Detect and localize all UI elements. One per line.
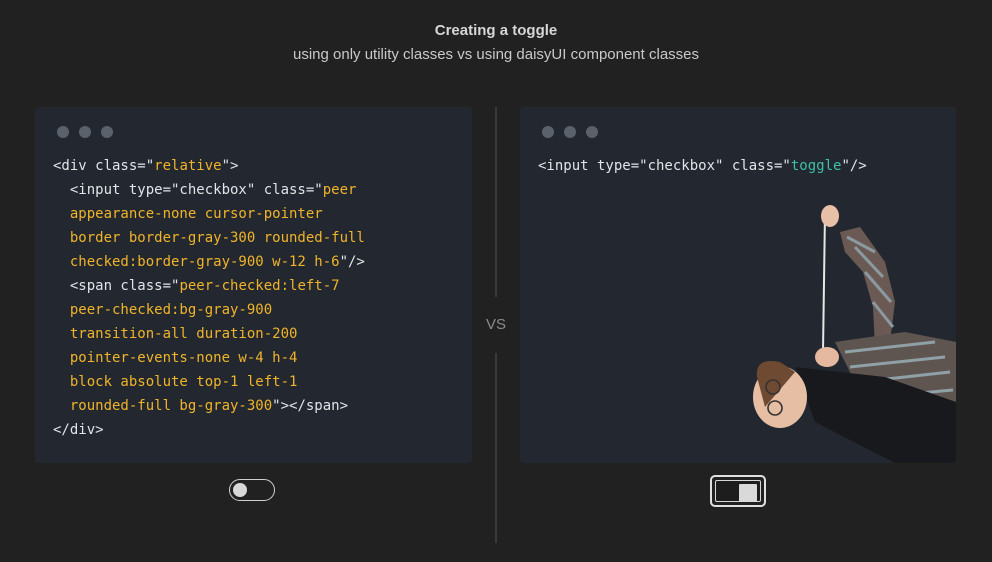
- code-class-value: appearance-none cursor-pointer: [53, 206, 323, 222]
- daisyui-toggle-switch[interactable]: [710, 475, 766, 507]
- daisyui-code-line: <input type="checkbox" class="toggle"/>: [538, 158, 867, 174]
- window-controls: [542, 126, 598, 138]
- utility-code-block: <div class="relative"> <input type="chec…: [53, 154, 365, 442]
- utility-code-line: border border-gray-300 rounded-full: [53, 230, 365, 246]
- code-class-value: rounded-full bg-gray-300: [53, 398, 273, 414]
- window-dot-icon: [586, 126, 598, 138]
- code-class-value: block absolute top-1 left-1: [53, 374, 298, 390]
- toggle-knob: [739, 484, 757, 502]
- code-markup: <span class=": [53, 278, 180, 294]
- code-class-value: border border-gray-300 rounded-full: [53, 230, 365, 246]
- utility-code-line: <span class="peer-checked:left-7: [53, 278, 340, 294]
- code-class-value: toggle: [790, 158, 842, 174]
- code-class-value: checked:border-gray-900 w-12 h-6: [53, 254, 340, 270]
- code-class-value: peer: [322, 182, 357, 198]
- divider-line-bottom: [495, 353, 497, 543]
- utility-code-line: transition-all duration-200: [53, 326, 298, 342]
- utility-code-line: <div class="relative">: [53, 158, 238, 174]
- code-markup: "/>: [841, 158, 867, 174]
- person-photo: [753, 205, 956, 463]
- daisyui-code-window: <input type="checkbox" class="toggle"/>: [520, 107, 956, 463]
- code-markup: <input type="checkbox" class=": [538, 158, 791, 174]
- utility-code-line: rounded-full bg-gray-300"></span>: [53, 398, 348, 414]
- code-markup: </div>: [53, 422, 104, 438]
- divider-line-top: [495, 107, 497, 297]
- utility-code-line: appearance-none cursor-pointer: [53, 206, 323, 222]
- code-class-value: peer-checked:left-7: [179, 278, 340, 294]
- utility-code-line: <input type="checkbox" class="peer: [53, 182, 357, 198]
- utility-code-line: checked:border-gray-900 w-12 h-6"/>: [53, 254, 365, 270]
- vs-label: VS: [485, 316, 506, 333]
- utility-code-line: peer-checked:bg-gray-900: [53, 302, 272, 318]
- code-class-value: transition-all duration-200: [53, 326, 298, 342]
- code-class-value: peer-checked:bg-gray-900: [53, 302, 273, 318]
- code-markup: "/>: [339, 254, 365, 270]
- daisyui-code-block: <input type="checkbox" class="toggle"/>: [538, 154, 867, 178]
- window-dot-icon: [564, 126, 576, 138]
- window-controls: [57, 126, 113, 138]
- window-dot-icon: [79, 126, 91, 138]
- utility-code-window: <div class="relative"> <input type="chec…: [35, 107, 472, 463]
- utility-code-line: block absolute top-1 left-1: [53, 374, 298, 390]
- toggle-track: [715, 480, 761, 502]
- window-dot-icon: [542, 126, 554, 138]
- window-dot-icon: [101, 126, 113, 138]
- page-subtitle: using only utility classes vs using dais…: [292, 46, 700, 63]
- window-dot-icon: [57, 126, 69, 138]
- code-markup: <div class=": [53, 158, 155, 174]
- utility-code-line: pointer-events-none w-4 h-4: [53, 350, 298, 366]
- code-markup: ">: [221, 158, 239, 174]
- page-title: Creating a toggle: [434, 22, 558, 39]
- code-class-value: relative: [154, 158, 222, 174]
- toggle-knob: [233, 483, 247, 497]
- code-markup: <input type="checkbox" class=": [53, 182, 323, 198]
- code-markup: "></span>: [272, 398, 349, 414]
- code-class-value: pointer-events-none w-4 h-4: [53, 350, 298, 366]
- utility-toggle-switch[interactable]: [229, 479, 275, 501]
- utility-code-line: </div>: [53, 422, 104, 438]
